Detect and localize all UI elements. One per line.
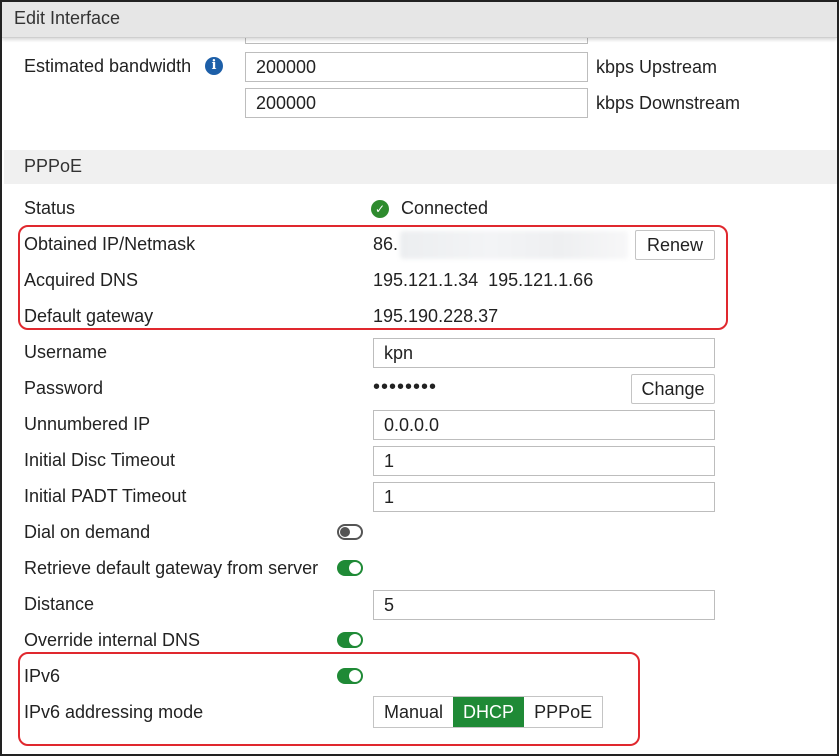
ipv6-mode-manual[interactable]: Manual <box>374 697 453 727</box>
distance-label: Distance <box>24 594 95 614</box>
pppoe-section-header: PPPoE <box>4 150 837 184</box>
retrieve-gateway-toggle[interactable] <box>337 560 363 576</box>
padt-timeout-label: Initial PADT Timeout <box>24 486 187 506</box>
ipv6-mode-pppoe[interactable]: PPPoE <box>524 697 602 727</box>
change-password-button[interactable]: Change <box>631 374 715 404</box>
disc-timeout-label: Initial Disc Timeout <box>24 450 176 470</box>
retrieve-gateway-label: Retrieve default gateway from server <box>24 558 319 578</box>
distance-input[interactable]: 5 <box>373 590 715 620</box>
unnumbered-ip-input[interactable]: 0.0.0.0 <box>373 410 715 440</box>
username-input[interactable]: kpn <box>373 338 715 368</box>
edit-interface-dialog: Edit Interface Estimated bandwidth i 200… <box>0 0 839 756</box>
password-label: Password <box>24 378 104 398</box>
dial-on-demand-toggle[interactable] <box>337 524 363 540</box>
ipv6-mode-dhcp[interactable]: DHCP <box>453 697 525 727</box>
ipv6-mode-label: IPv6 addressing mode <box>24 702 204 722</box>
padt-timeout-input[interactable]: 1 <box>373 482 715 512</box>
upstream-bandwidth-input[interactable]: 200000 <box>245 52 588 82</box>
acquired-dns-label: Acquired DNS <box>24 270 139 290</box>
override-dns-label: Override internal DNS <box>24 630 201 650</box>
status-label: Status <box>24 198 76 218</box>
default-gateway-label: Default gateway <box>24 306 154 326</box>
obtained-ip-value: 86. <box>373 234 399 254</box>
obtained-ip-label: Obtained IP/Netmask <box>24 234 196 254</box>
acquired-dns-value: 195.121.1.34 195.121.1.66 <box>373 270 594 290</box>
info-icon[interactable]: i <box>205 57 223 75</box>
redacted-ip <box>400 231 628 259</box>
unnumbered-ip-label: Unnumbered IP <box>24 414 151 434</box>
renew-button[interactable]: Renew <box>635 230 715 260</box>
ipv6-label: IPv6 <box>24 666 61 686</box>
downstream-unit: kbps Downstream <box>596 93 741 113</box>
override-dns-toggle[interactable] <box>337 632 363 648</box>
pppoe-section-title: PPPoE <box>24 156 83 176</box>
ipv6-mode-selector: Manual DHCP PPPoE <box>373 696 604 728</box>
check-circle-icon: ✓ <box>371 200 389 218</box>
default-gateway-value: 195.190.228.37 <box>373 306 499 326</box>
dialog-title: Edit Interface <box>14 8 121 28</box>
downstream-bandwidth-input[interactable]: 200000 <box>245 88 588 118</box>
dialog-titlebar: Edit Interface <box>2 2 837 38</box>
upstream-unit: kbps Upstream <box>596 57 718 77</box>
status-value: Connected <box>401 198 489 218</box>
bandwidth-label: Estimated bandwidth <box>24 56 192 76</box>
password-value: •••••••• <box>373 376 438 398</box>
ipv6-toggle[interactable] <box>337 668 363 684</box>
username-label: Username <box>24 342 108 362</box>
disc-timeout-input[interactable]: 1 <box>373 446 715 476</box>
dial-on-demand-label: Dial on demand <box>24 522 151 542</box>
